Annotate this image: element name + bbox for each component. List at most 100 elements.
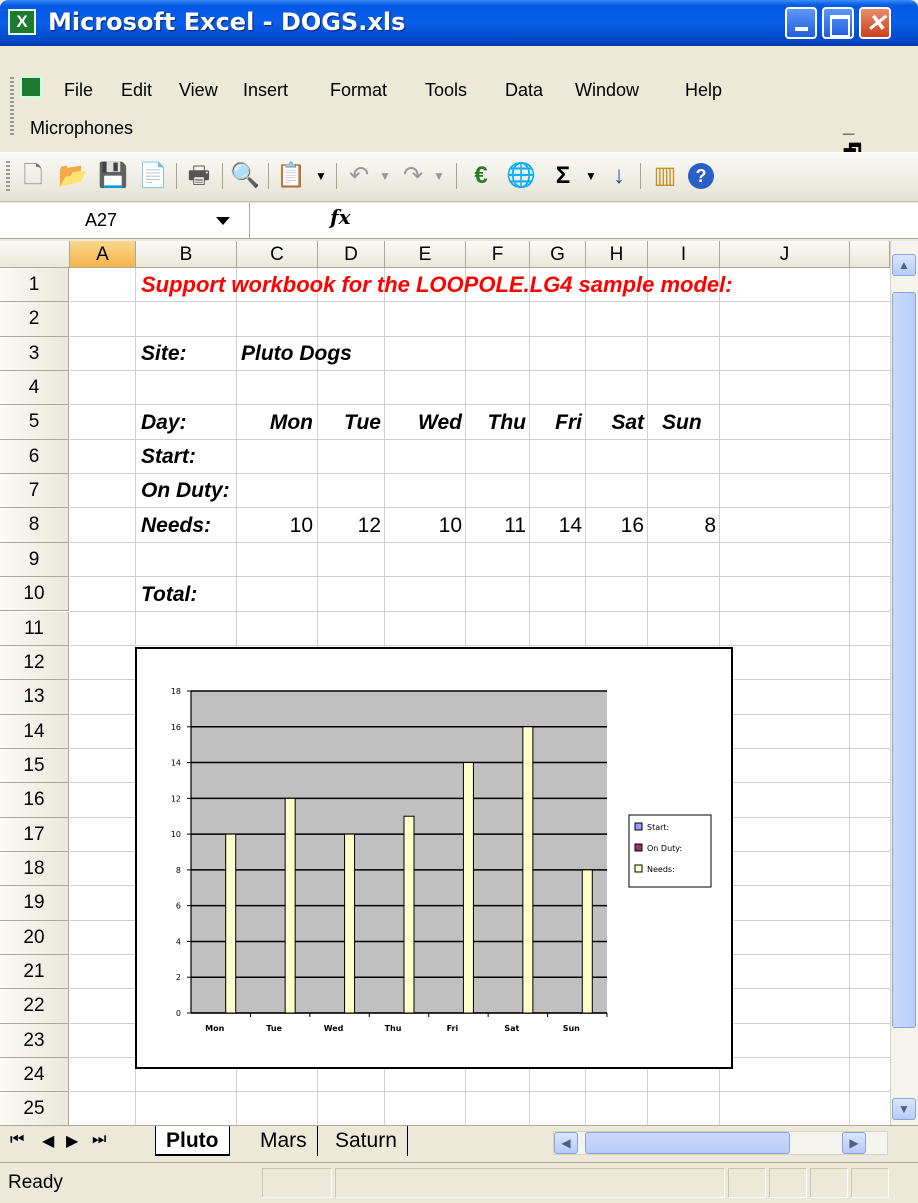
row-header[interactable]: 7 [0,474,69,509]
row-header[interactable]: 19 [0,886,69,921]
scroll-left-button[interactable]: ◀ [554,1132,578,1154]
column-header-k[interactable] [850,241,890,268]
row-header[interactable]: 15 [0,748,69,784]
row-header[interactable]: 12 [0,645,69,681]
column-header-f[interactable]: F [466,241,530,268]
new-icon[interactable]: 🗋 [18,161,48,191]
help-icon[interactable]: ? [688,163,714,189]
column-header-e[interactable]: E [385,241,466,268]
menu-grip[interactable] [10,77,14,137]
autosum-dropdown-icon[interactable]: ▼ [576,161,606,191]
cell-needs[interactable]: 14 [530,509,582,543]
euro-icon[interactable]: € [466,161,496,191]
row-header[interactable]: 5 [0,405,69,440]
menu-help[interactable]: Help [685,80,722,101]
vertical-scroll-thumb[interactable] [892,292,916,1028]
row-header[interactable]: 20 [0,920,69,955]
next-sheet-icon[interactable]: ▶ [66,1131,78,1151]
name-box-dropdown-icon[interactable] [216,217,230,225]
scroll-down-button[interactable]: ▼ [892,1098,916,1120]
cell-c3[interactable]: Pluto Dogs [241,337,352,371]
menu-file[interactable]: File [64,80,93,101]
column-header-h[interactable]: H [586,241,648,268]
row-header[interactable]: 17 [0,817,69,852]
print-icon[interactable]: 🖶 [184,161,214,191]
scroll-up-button[interactable]: ▲ [892,254,916,276]
row-header[interactable]: 10 [0,577,69,612]
row-header[interactable]: 4 [0,371,69,406]
undo-dropdown-icon[interactable]: ▼ [370,161,400,191]
last-sheet-icon[interactable]: ⏭ [92,1131,106,1149]
cell-day[interactable]: Fri [530,406,582,440]
row-header[interactable]: 6 [0,439,69,475]
research-icon[interactable]: 🔍 [230,161,260,191]
row-header[interactable]: 9 [0,542,69,578]
cell-day[interactable]: Tue [318,406,381,440]
cell-b10[interactable]: Total: [141,578,197,612]
column-header-j[interactable]: J [720,241,850,268]
paste-dropdown-icon[interactable]: ▼ [306,161,336,191]
row-header[interactable]: 16 [0,783,69,818]
row-header[interactable]: 3 [0,336,69,372]
menu-edit[interactable]: Edit [121,80,152,101]
cell-day[interactable]: Mon [237,406,313,440]
cell-b3[interactable]: Site: [141,337,187,371]
column-header-c[interactable]: C [237,241,318,268]
autosum-icon[interactable]: Σ [548,161,578,191]
maximize-button[interactable] [822,7,854,39]
cell-b6[interactable]: Start: [141,440,196,474]
horizontal-scroll-thumb[interactable] [585,1132,790,1154]
row-header[interactable]: 1 [0,268,69,303]
column-header-b[interactable]: B [136,241,237,268]
chart-canvas[interactable]: 0 2 4 6 8 10 12 14 16 18 Mon Tue Wed Thu Fri Sat Sun Star… [137,649,731,1067]
row-header[interactable]: 18 [0,851,69,887]
cell-day[interactable]: Sat [586,406,644,440]
row-header[interactable]: 23 [0,1023,69,1059]
cell-needs[interactable]: 11 [466,509,526,543]
menu-tools[interactable]: Tools [425,80,467,101]
save-icon[interactable]: 💾 [98,161,128,191]
column-header-i[interactable]: I [648,241,720,268]
column-header-d[interactable]: D [318,241,385,268]
row-header[interactable]: 25 [0,1092,69,1125]
minimize-button[interactable] [785,7,817,39]
chart-wizard-icon[interactable]: ▥ [650,161,680,191]
row-header[interactable]: 21 [0,955,69,990]
cell-day[interactable]: Thu [466,406,526,440]
scroll-right-button[interactable]: ▶ [842,1132,866,1154]
menu-insert[interactable]: Insert [243,80,288,101]
embedded-chart[interactable]: 0 2 4 6 8 10 12 14 16 18 Mon Tue Wed Thu Fri Sat Sun Star… [135,647,733,1069]
cell-needs[interactable]: 8 [648,509,716,543]
row-header[interactable]: 14 [0,714,69,749]
column-header-a[interactable]: A [70,241,136,268]
worksheet-grid[interactable]: A B C D E F G H I J Support workbook for… [0,241,890,1125]
permission-icon[interactable]: 📄 [138,161,168,191]
cell-needs[interactable]: 12 [318,509,381,543]
cell-b1-title[interactable]: Support workbook for the LOOPOLE.LG4 sam… [141,268,733,302]
cell-b8[interactable]: Needs: [141,509,211,543]
menu-data[interactable]: Data [505,80,543,101]
cell-day[interactable]: Wed [385,406,462,440]
sheet-tab-saturn[interactable]: Saturn [325,1126,408,1156]
row-header[interactable]: 8 [0,508,69,543]
cell-needs[interactable]: 10 [385,509,462,543]
column-header-g[interactable]: G [530,241,586,268]
cell-needs[interactable]: 10 [237,509,313,543]
row-header[interactable]: 24 [0,1058,69,1093]
row-header[interactable]: 22 [0,989,69,1024]
menu-window[interactable]: Window [575,80,639,101]
row-header[interactable]: 11 [0,611,69,646]
sheet-tab-mars[interactable]: Mars [250,1126,318,1156]
workbook-icon[interactable] [20,76,42,98]
first-sheet-icon[interactable]: ⏮ [10,1131,24,1149]
cell-needs[interactable]: 16 [586,509,644,543]
toolbar-grip[interactable] [6,161,10,193]
menu-format[interactable]: Format [330,80,387,101]
excel-icon[interactable]: X [8,9,36,35]
paste-icon[interactable]: 📋 [276,161,306,191]
redo-dropdown-icon[interactable]: ▼ [424,161,454,191]
name-box[interactable]: A27 [0,203,250,238]
hyperlink-icon[interactable]: 🌐 [506,161,536,191]
sort-ascending-icon[interactable]: ↓ [604,161,634,191]
insert-function-icon[interactable]: fx [330,205,351,229]
